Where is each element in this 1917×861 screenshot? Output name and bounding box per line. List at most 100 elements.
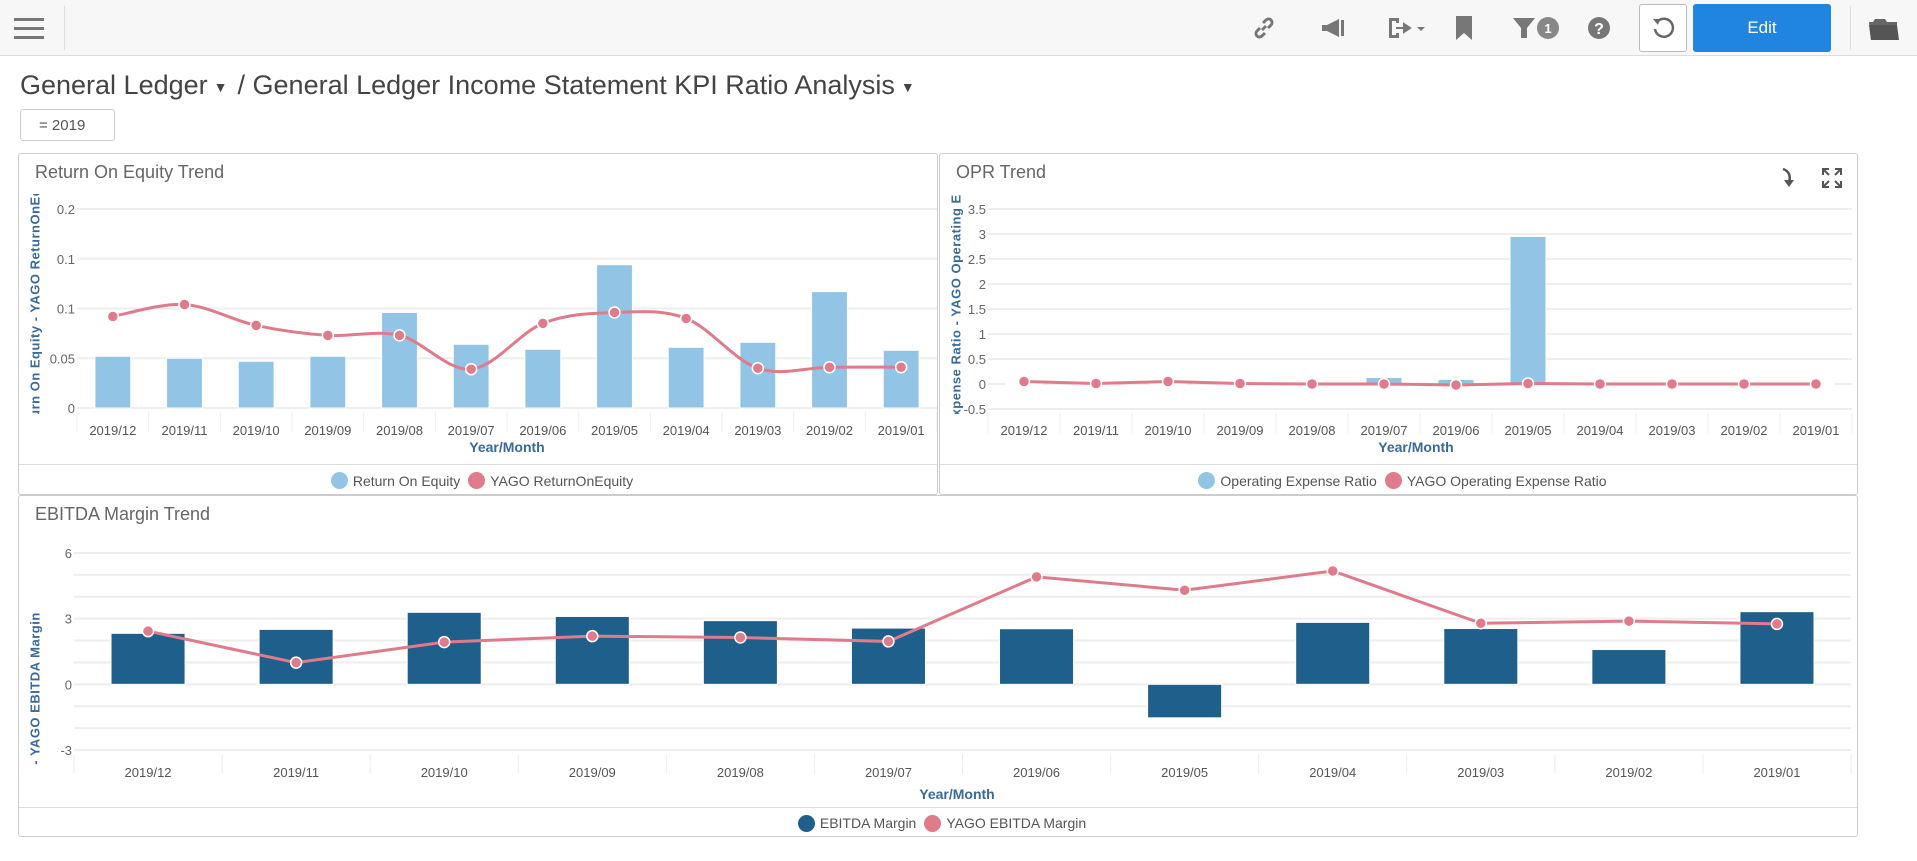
- export-icon[interactable]: [1385, 14, 1429, 42]
- line-point[interactable]: [586, 629, 599, 643]
- line-point[interactable]: [894, 360, 908, 374]
- legend-item[interactable]: YAGO EBITDA Margin: [946, 815, 1086, 831]
- line-point[interactable]: [141, 624, 155, 638]
- refresh-button[interactable]: [1639, 4, 1687, 52]
- legend-item[interactable]: EBITDA Margin: [820, 815, 916, 831]
- folder-icon[interactable]: [1868, 14, 1900, 42]
- bar[interactable]: [110, 632, 186, 685]
- legend-item[interactable]: Return On Equity: [353, 473, 460, 489]
- line-point[interactable]: [1326, 564, 1339, 578]
- help-icon[interactable]: ?: [1586, 14, 1612, 42]
- line-point[interactable]: [1305, 377, 1319, 391]
- x-tick-label: 2019/06: [1013, 765, 1060, 780]
- bar[interactable]: [1509, 236, 1547, 385]
- caret-down-icon[interactable]: ▼: [901, 79, 915, 95]
- line-point[interactable]: [1017, 375, 1031, 388]
- filter-icon: [1513, 18, 1535, 38]
- x-tick-label: 2019/05: [1505, 423, 1552, 438]
- line-point[interactable]: [437, 635, 451, 649]
- y-tick-label: 0.1: [57, 302, 75, 317]
- bar[interactable]: [452, 343, 490, 409]
- legend-item[interactable]: YAGO ReturnOnEquity: [490, 473, 633, 489]
- bar[interactable]: [811, 291, 848, 409]
- y-tick-label: 0.05: [50, 351, 75, 366]
- line-point[interactable]: [1665, 377, 1679, 391]
- bar[interactable]: [309, 355, 347, 409]
- expand-icon[interactable]: [1820, 164, 1844, 192]
- x-tick-label: 2019/04: [1309, 765, 1356, 780]
- bar[interactable]: [1443, 628, 1519, 685]
- bar[interactable]: [524, 348, 562, 409]
- bar[interactable]: [739, 341, 777, 409]
- line-point[interactable]: [608, 306, 621, 319]
- line-point[interactable]: [106, 310, 120, 323]
- bar[interactable]: [882, 349, 920, 409]
- bar[interactable]: [999, 628, 1075, 685]
- line-point[interactable]: [1030, 570, 1043, 584]
- bar[interactable]: [554, 615, 630, 685]
- line-point[interactable]: [1593, 377, 1607, 391]
- line-point[interactable]: [1809, 377, 1823, 391]
- line-point[interactable]: [1377, 377, 1391, 391]
- bar[interactable]: [94, 355, 132, 409]
- line-point[interactable]: [679, 312, 693, 325]
- line-point[interactable]: [1474, 617, 1488, 630]
- y-tick-label: 0: [68, 401, 75, 416]
- line-point[interactable]: [289, 656, 303, 669]
- x-tick-label: 2019/04: [663, 423, 710, 438]
- page-title[interactable]: General Ledger Income Statement KPI Rati…: [253, 70, 895, 100]
- bar[interactable]: [381, 311, 418, 409]
- line-point[interactable]: [1233, 377, 1247, 390]
- x-tick-label: 2019/03: [1457, 765, 1504, 780]
- chart-legend: Operating Expense Ratio YAGO Operating E…: [940, 464, 1857, 494]
- line-point[interactable]: [1770, 617, 1784, 631]
- line-point[interactable]: [464, 362, 478, 376]
- x-tick-label: 2019/08: [717, 765, 764, 780]
- menu-icon[interactable]: [12, 14, 46, 42]
- line-point[interactable]: [1089, 377, 1103, 390]
- line-point[interactable]: [178, 298, 191, 311]
- bar[interactable]: [702, 620, 778, 685]
- bar[interactable]: [166, 357, 203, 409]
- svg-text:?: ?: [1594, 21, 1604, 38]
- legend-swatch: [468, 472, 486, 489]
- bar[interactable]: [1147, 683, 1223, 719]
- line-point[interactable]: [1521, 377, 1535, 390]
- year-filter-chip[interactable]: = 2019: [20, 109, 115, 141]
- line-point[interactable]: [751, 361, 765, 375]
- x-tick-label: 2019/10: [233, 423, 280, 438]
- line-point[interactable]: [393, 329, 406, 342]
- y-axis-title-clip: Operating Expense Ratio - YAGO Operating…: [946, 194, 966, 414]
- line-point[interactable]: [734, 631, 747, 644]
- filter-button[interactable]: 1: [1510, 14, 1562, 42]
- bar[interactable]: [596, 264, 633, 409]
- edit-button[interactable]: Edit: [1693, 4, 1831, 52]
- line-point[interactable]: [249, 319, 263, 332]
- bar[interactable]: [667, 346, 705, 409]
- drill-down-icon[interactable]: [1778, 164, 1798, 192]
- line-point[interactable]: [1449, 378, 1463, 392]
- line-point[interactable]: [536, 317, 550, 330]
- line-point[interactable]: [1161, 375, 1175, 388]
- bar[interactable]: [1295, 621, 1371, 685]
- line-series: [112, 302, 902, 374]
- line-point[interactable]: [823, 360, 836, 374]
- y-tick-label: 0: [65, 677, 72, 692]
- line-point[interactable]: [1178, 583, 1191, 597]
- line-point[interactable]: [1737, 377, 1751, 391]
- megaphone-icon[interactable]: [1318, 14, 1348, 42]
- caret-down-icon[interactable]: ▼: [214, 79, 228, 95]
- breadcrumb-parent[interactable]: General Ledger: [20, 70, 208, 100]
- x-tick-label: 2019/09: [1217, 423, 1264, 438]
- line-point[interactable]: [882, 635, 895, 648]
- legend-item[interactable]: YAGO Operating Expense Ratio: [1407, 473, 1607, 489]
- y-tick-label: 0.2: [57, 202, 75, 217]
- bar[interactable]: [237, 360, 275, 409]
- line-point[interactable]: [321, 329, 335, 342]
- x-tick-label: 2019/02: [1605, 765, 1652, 780]
- link-icon[interactable]: [1250, 14, 1278, 42]
- bookmark-icon[interactable]: [1453, 14, 1475, 42]
- legend-item[interactable]: Operating Expense Ratio: [1220, 473, 1376, 489]
- bar[interactable]: [1591, 649, 1667, 685]
- line-point[interactable]: [1622, 614, 1636, 628]
